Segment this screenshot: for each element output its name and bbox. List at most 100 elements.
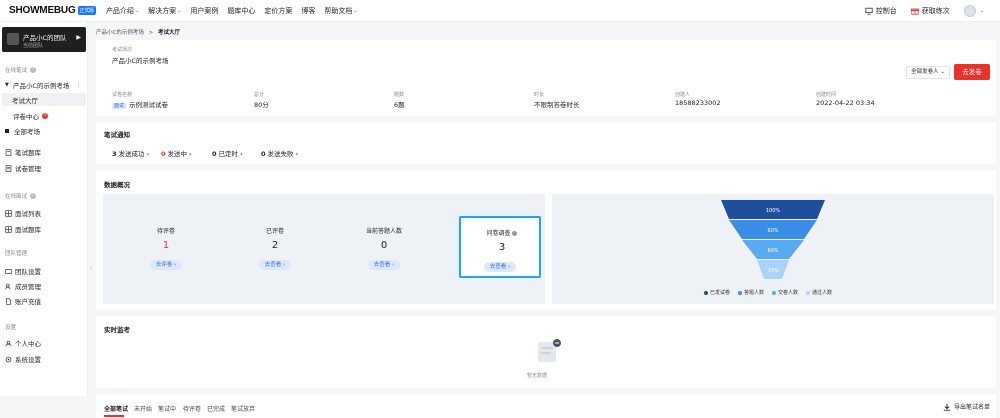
notify-sending[interactable]: 0 发送中 › (161, 148, 192, 158)
exam-tabs: 全部笔试 未开始 笔试中 待评卷 已完成 笔试放弃 导出笔试名单 (96, 394, 996, 418)
monitor-title: 实时监考 (104, 326, 130, 334)
exam-info-card: 考试场次 产品小C的示例考场 全部发卷人 ⌄ 去发卷 试卷名称 面试 示例测试试卷… (96, 40, 996, 116)
monitor-card: 实时监考 暂无数据 (96, 316, 996, 388)
user-icon (5, 340, 12, 346)
top-bar: SHOWMEBUG 正式版 产品介绍 ⌄ 解决方案 ⌄ 用户案例 题库中心 定价方案… (0, 0, 1000, 22)
get-credits-link[interactable]: 获取练次 (910, 6, 950, 16)
monitor-icon (865, 7, 873, 15)
score-value: 80分 (254, 101, 269, 109)
tab-pending-review[interactable]: 待评卷 (183, 404, 201, 413)
gift-icon (910, 8, 919, 15)
section-online-interview: 在线面试? (5, 193, 37, 200)
export-button[interactable]: 导出笔试名单 (943, 402, 990, 411)
notify-scheduled[interactable]: 0 已定时 › (212, 148, 243, 158)
overview-card: 数据概况 待评卷 1 去评卷 › 已评卷 2 去查看 › 当前答题人数 0 去查… (96, 170, 996, 310)
sidebar-item-all-exams[interactable]: 全部考场 (5, 126, 85, 136)
send-paper-button[interactable]: 去发卷 (954, 64, 990, 80)
nav-item-help[interactable]: 帮助文档 ⌄ (324, 6, 357, 16)
sidebar-item-interview-bank[interactable]: 面试题库 (5, 224, 85, 234)
time-value: 不限制答卷时长 (534, 101, 580, 109)
tab-not-started[interactable]: 未开始 (134, 404, 152, 413)
help-icon[interactable] (512, 231, 518, 236)
sidebar-item-system-settings[interactable]: 系统设置 (5, 354, 85, 364)
sidebar-item-interview-list[interactable]: 面试列表 (5, 208, 85, 218)
sidebar-item-written-bank[interactable]: 笔试题库 (5, 147, 85, 157)
empty-text: 暂无数据 (527, 373, 548, 379)
caret-down-icon: ▼ (5, 82, 9, 88)
user-avatar[interactable] (963, 5, 976, 17)
funnel-label: 60% (767, 248, 778, 254)
notify-title: 笔试通知 (104, 131, 130, 139)
sidebar-item-team-settings[interactable]: 团队设置 (5, 266, 85, 276)
section-team: 团队管理 (5, 251, 28, 257)
document-icon (6, 297, 11, 305)
chevron-down-icon: ⌄ (134, 7, 140, 14)
questions-value: 6题 (394, 101, 405, 109)
main-nav: 产品介绍 ⌄ 解决方案 ⌄ 用户案例 题库中心 定价方案 博客 帮助文档 ⌄ (106, 6, 367, 16)
more-icon[interactable]: ⋮ (76, 81, 83, 89)
stat-survey: 问卷调查 3 去查看 › (459, 216, 541, 278)
sidebar-item-exam-group[interactable]: ▼ 产品小C的示例考场 ⋮ (5, 80, 85, 90)
exam-name: 产品小C的示例考场 (112, 57, 169, 65)
breadcrumb-parent[interactable]: 产品小C的示例考场 (96, 30, 144, 36)
sidebar-collapse-handle[interactable]: ⁞ (90, 265, 92, 272)
creator-value: 18588233002 (675, 99, 721, 107)
gear-icon (5, 356, 12, 362)
chevron-down-icon: ⌄ (353, 7, 358, 14)
sidebar: 产品小C的团队 当前团队 ▶ 在线笔试? ▼ 产品小C的示例考场 ⋮ 考试大厅 评卷… (0, 22, 88, 396)
help-icon[interactable]: ? (30, 193, 37, 199)
funnel-legend: 已发试卷 答题人数 交卷人数 通过人数 (704, 289, 832, 296)
active-tab-indicator (104, 415, 124, 417)
chevron-down-icon[interactable]: ⌄ (980, 8, 984, 14)
notify-failed[interactable]: 0 发送失败 › (261, 148, 298, 158)
notify-success[interactable]: 3 发送成功 › (112, 148, 149, 158)
export-icon (943, 403, 951, 411)
square-icon (5, 129, 9, 133)
paper-tag: 面试 (112, 103, 127, 109)
funnel-label: 100% (766, 208, 781, 214)
help-icon[interactable]: ? (30, 67, 37, 73)
settings-icon (5, 268, 12, 274)
nav-item-product[interactable]: 产品介绍 ⌄ (106, 6, 139, 16)
sidebar-item-recharge[interactable]: 账户充值 (5, 296, 85, 306)
team-avatar (7, 33, 19, 45)
chevron-down-icon: ⌄ (177, 7, 182, 14)
nav-item-cases[interactable]: 用户案例 (190, 6, 218, 16)
tab-all[interactable]: 全部笔试 (104, 404, 128, 413)
view-answering-button[interactable]: 去查看 › (368, 260, 400, 270)
sender-select[interactable]: 全部发卷人 ⌄ (906, 66, 950, 79)
sidebar-item-personal-center[interactable]: 个人中心 (5, 338, 85, 348)
nav-item-pricing[interactable]: 定价方案 (264, 6, 292, 16)
nav-item-blog[interactable]: 博客 (301, 6, 315, 16)
section-online-written: 在线笔试? (5, 67, 37, 74)
sidebar-item-exam-hall[interactable]: 考试大厅 (2, 93, 86, 106)
paper-name[interactable]: 面试 示例测试试卷 (112, 99, 168, 109)
sidebar-item-review-center[interactable]: 评卷中心 5 (13, 111, 93, 121)
sidebar-item-paper-manage[interactable]: 试卷管理 (5, 163, 85, 173)
console-link[interactable]: 控制台 (865, 6, 897, 16)
list-icon (5, 209, 12, 217)
tab-completed[interactable]: 已完成 (207, 404, 225, 413)
paper-icon (5, 164, 12, 172)
logo[interactable]: SHOWMEBUG 正式版 (9, 5, 96, 16)
funnel-panel: 100% 60% 60% 33% 已发试卷 答题人数 交卷人数 通过人数 (552, 194, 994, 304)
team-switcher[interactable]: 产品小C的团队 当前团队 ▶ (2, 27, 86, 52)
team-sub: 当前团队 (23, 43, 44, 49)
funnel-chart: 100% 60% 60% 33% (721, 200, 825, 279)
tab-abandoned[interactable]: 笔试放弃 (231, 404, 255, 413)
chevron-down-icon: ⌄ (940, 69, 945, 75)
view-survey-button[interactable]: 去查看 › (484, 262, 516, 272)
nav-item-question-bank[interactable]: 题库中心 (227, 6, 255, 16)
view-reviewed-button[interactable]: 去查看 › (259, 260, 291, 270)
users-icon (5, 283, 11, 289)
review-badge: 5 (42, 113, 48, 119)
funnel-label: 60% (767, 228, 778, 234)
tab-in-progress[interactable]: 笔试中 (158, 404, 176, 413)
created-value: 2022-04-22 03:34 (816, 99, 875, 107)
go-review-button[interactable]: 去评卷 › (150, 260, 182, 270)
nav-item-solutions[interactable]: 解决方案 ⌄ (148, 6, 181, 16)
team-name: 产品小C的团队 (23, 34, 67, 42)
book-icon (5, 148, 12, 156)
overview-title: 数据概况 (104, 181, 130, 189)
sidebar-item-members[interactable]: 成员管理 (5, 281, 85, 291)
